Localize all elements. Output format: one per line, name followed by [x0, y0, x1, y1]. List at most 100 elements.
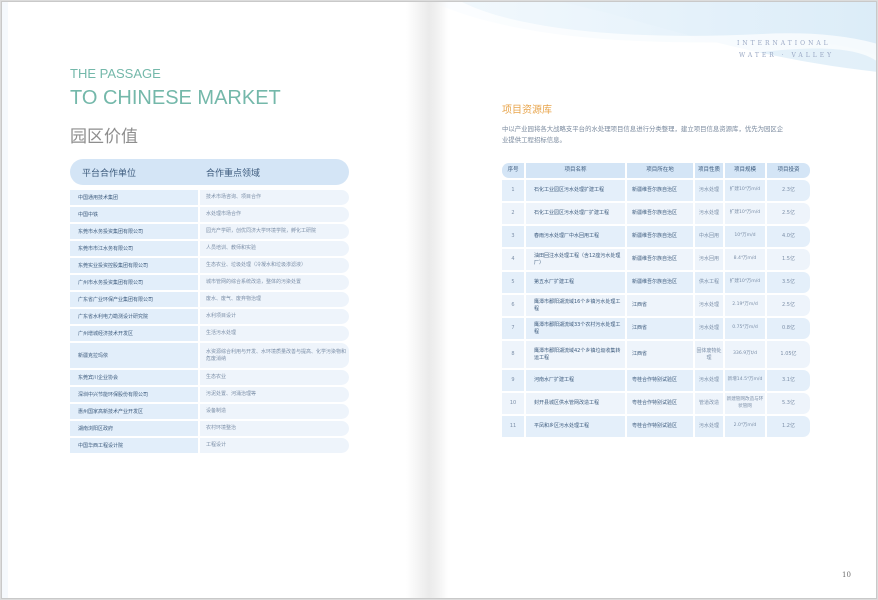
brand-mark: INTERNATIONAL WATER · VALLEY — [737, 38, 834, 62]
cell-investment: 5.3亿 — [767, 393, 810, 414]
cell-scale: 扩建10⁴万m/d — [725, 272, 765, 293]
partner-table: 平台合作单位 合作重点领域 中国通用技术集团 技术市场咨询、项目合作 中国中铁 水处理… — [70, 159, 349, 455]
resource-intro: 中以产业园将各大战略支平台的水处理项目信息进行分类整理，建立项目信息资源库，优先… — [502, 125, 784, 144]
partner-unit-cell: 中国中铁 — [70, 207, 198, 222]
cell-location: 新疆维吾尔族自治区 — [627, 180, 693, 201]
partner-unit-cell: 东莞市市江水务有限公司 — [70, 241, 198, 256]
project-row: 2 石化工业园区污水处理厂扩建工程 新疆维吾尔族自治区 污水处理 扩建10⁴万m/d 2.… — [502, 203, 814, 224]
project-row: 9 河南水厂扩建工程 粤桂合作特别试验区 污水处理 新增14.5⁴万m/d 3.1亿 — [502, 370, 814, 391]
partner-field-cell: 工程设计 — [200, 438, 349, 453]
cell-no: 2 — [502, 203, 524, 224]
cell-type: 污水处理 — [695, 203, 723, 224]
brand-line-2: WATER · VALLEY — [739, 52, 835, 59]
cell-name: 油田回注水处理工程（含12座污水处理厂） — [526, 249, 625, 270]
partner-field-cell: 园光产学研，创优同济大学环境学院，孵化工研院 — [200, 224, 349, 239]
cell-no: 11 — [502, 416, 524, 437]
header-scale: 项目规模 — [725, 163, 765, 178]
cell-investment: 2.5亿 — [767, 295, 810, 316]
partner-row: 中国中铁 水处理市场合作 — [70, 207, 349, 222]
partner-field-cell: 水资源综合利用与开发、水环境质量改善与提高、化学污染物和危废消纳 — [200, 343, 349, 368]
cell-type: 污水处理 — [695, 370, 723, 391]
cell-no: 4 — [502, 249, 524, 270]
partner-row: 湖南浏阳区政府 农村环境整治 — [70, 421, 349, 436]
header-investment: 项目投资 — [767, 163, 810, 178]
partner-field-cell: 水利项目设计 — [200, 309, 349, 324]
cell-name: 石化工业园区污水处理厂扩建工程 — [526, 203, 625, 224]
brochure-spread: INTERNATIONAL WATER · VALLEY THE PASSAGE… — [1, 1, 877, 599]
partner-unit-cell: 东莞市水务投资集团有限公司 — [70, 224, 198, 239]
partner-row: 广州增城经济技术开发区 生活污水处理 — [70, 326, 349, 341]
partner-field-cell: 废水、废气、废弃物治理 — [200, 292, 349, 307]
header-name: 项目名称 — [526, 163, 625, 178]
header-location: 项目所在地 — [627, 163, 693, 178]
partner-field-cell: 人员培训、教师和实验 — [200, 241, 349, 256]
cell-scale: 新建管网改造与环状管网 — [725, 393, 765, 414]
cell-investment: 2.3亿 — [767, 180, 810, 201]
resource-title: 项目资源库 — [502, 105, 552, 116]
project-row: 8 鹰潭市鄱阳湖流域42个乡镇垃圾收集转运工程 江西省 固体废物处理 336.9万t/d… — [502, 341, 814, 368]
cell-scale: 8.4⁴万m/d — [725, 249, 765, 270]
cell-type: 污水回用 — [695, 249, 723, 270]
cell-type: 供水工程 — [695, 272, 723, 293]
cell-no: 3 — [502, 226, 524, 247]
partner-unit-cell: 东莞实业投资控股集团有限公司 — [70, 258, 198, 273]
partner-unit-cell: 广州市水务投资集团有限公司 — [70, 275, 198, 290]
cell-no: 1 — [502, 180, 524, 201]
cell-name: 第五水厂扩建工程 — [526, 272, 625, 293]
cell-name: 石化工业园区污水处理扩建工程 — [526, 180, 625, 201]
partner-row: 惠州国家高新技术产业开发区 设备制造 — [70, 404, 349, 419]
project-row: 3 春雨污水处理厂中水回用工程 新疆维吾尔族自治区 中水回用 10⁴万m/d 4.0亿 — [502, 226, 814, 247]
project-row: 5 第五水厂扩建工程 新疆维吾尔族自治区 供水工程 扩建10⁴万m/d 3.5亿 — [502, 272, 814, 293]
cell-type: 污水处理 — [695, 180, 723, 201]
partner-field-cell: 生态农业、垃圾处理（冷凝水和垃圾渗滤液） — [200, 258, 349, 273]
project-table-header: 序号 项目名称 项目所在地 项目性质 项目规模 项目投资 — [502, 163, 814, 178]
cell-type: 污水处理 — [695, 295, 723, 316]
partner-field-cell: 农村环境整治 — [200, 421, 349, 436]
cell-no: 7 — [502, 318, 524, 339]
cell-investment: 3.5亿 — [767, 272, 810, 293]
cell-location: 新疆维吾尔族自治区 — [627, 272, 693, 293]
partner-unit-cell: 中国通用技术集团 — [70, 190, 198, 205]
cell-type: 污水处理 — [695, 416, 723, 437]
partner-row: 东莞宾川企业协会 生态农业 — [70, 370, 349, 385]
headline: TO CHINESE MARKET — [70, 87, 281, 109]
partner-header-unit: 平台合作单位 — [82, 168, 137, 179]
kicker-text: THE PASSAGE — [70, 66, 161, 81]
project-row: 6 鹰潭市鄱阳湖流域16个乡镇污水处理工程 江西省 污水处理 2.19⁴万m/d 2.5亿 — [502, 295, 814, 316]
cell-scale: 扩建10⁴万m/d — [725, 203, 765, 224]
book-spine-shadow — [406, 2, 448, 598]
page-number: 10 — [842, 571, 851, 579]
cell-type: 固体废物处理 — [695, 341, 723, 368]
partner-field-cell: 污泥处置、河涌治理等 — [200, 387, 349, 402]
partner-unit-cell: 广东省广业环保产业集团有限公司 — [70, 292, 198, 307]
partner-table-body: 中国通用技术集团 技术市场咨询、项目合作 中国中铁 水处理市场合作 东莞市水务投资集团有… — [70, 190, 349, 453]
partner-field-cell: 生活污水处理 — [200, 326, 349, 341]
cell-investment: 1.2亿 — [767, 416, 810, 437]
cell-scale: 新增14.5⁴万m/d — [725, 370, 765, 391]
partner-field-cell: 城市管网的综合系统改造，整体的污染处置 — [200, 275, 349, 290]
partner-row: 广东省广业环保产业集团有限公司 废水、废气、废弃物治理 — [70, 292, 349, 307]
partner-unit-cell: 深圳中兴节能环保股份有限公司 — [70, 387, 198, 402]
cell-name: 封开县城区供水管网改造工程 — [526, 393, 625, 414]
cell-no: 10 — [502, 393, 524, 414]
cell-investment: 2.5亿 — [767, 203, 810, 224]
cell-scale: 2.19⁴万m/d — [725, 295, 765, 316]
partner-table-header: 平台合作单位 合作重点领域 — [70, 159, 349, 185]
partner-row: 东莞实业投资控股集团有限公司 生态农业、垃圾处理（冷凝水和垃圾渗滤液） — [70, 258, 349, 273]
cell-scale: 10⁴万m/d — [725, 226, 765, 247]
cell-name: 鹰潭市鄱阳湖流域33个农村污水处理工程 — [526, 318, 625, 339]
brand-line-1: INTERNATIONAL — [737, 40, 831, 47]
partner-unit-cell: 东莞宾川企业协会 — [70, 370, 198, 385]
partner-row: 广州市水务投资集团有限公司 城市管网的综合系统改造，整体的污染处置 — [70, 275, 349, 290]
project-table-body: 1 石化工业园区污水处理扩建工程 新疆维吾尔族自治区 污水处理 扩建10⁴万m/d 2.3… — [502, 180, 814, 437]
partner-field-cell: 生态农业 — [200, 370, 349, 385]
partner-unit-cell: 中国华西工程设计院 — [70, 438, 198, 453]
cell-location: 新疆维吾尔族自治区 — [627, 203, 693, 224]
cell-investment: 3.1亿 — [767, 370, 810, 391]
partner-row: 东莞市水务投资集团有限公司 园光产学研，创优同济大学环境学院，孵化工研院 — [70, 224, 349, 239]
cell-investment: 1.05亿 — [767, 341, 810, 368]
cell-type: 中水回用 — [695, 226, 723, 247]
project-row: 10 封开县城区供水管网改造工程 粤桂合作特别试验区 管道改造 新建管网改造与环状管网 5… — [502, 393, 814, 414]
partner-unit-cell: 新疆克拉玛依 — [70, 343, 198, 368]
header-no: 序号 — [502, 163, 524, 178]
